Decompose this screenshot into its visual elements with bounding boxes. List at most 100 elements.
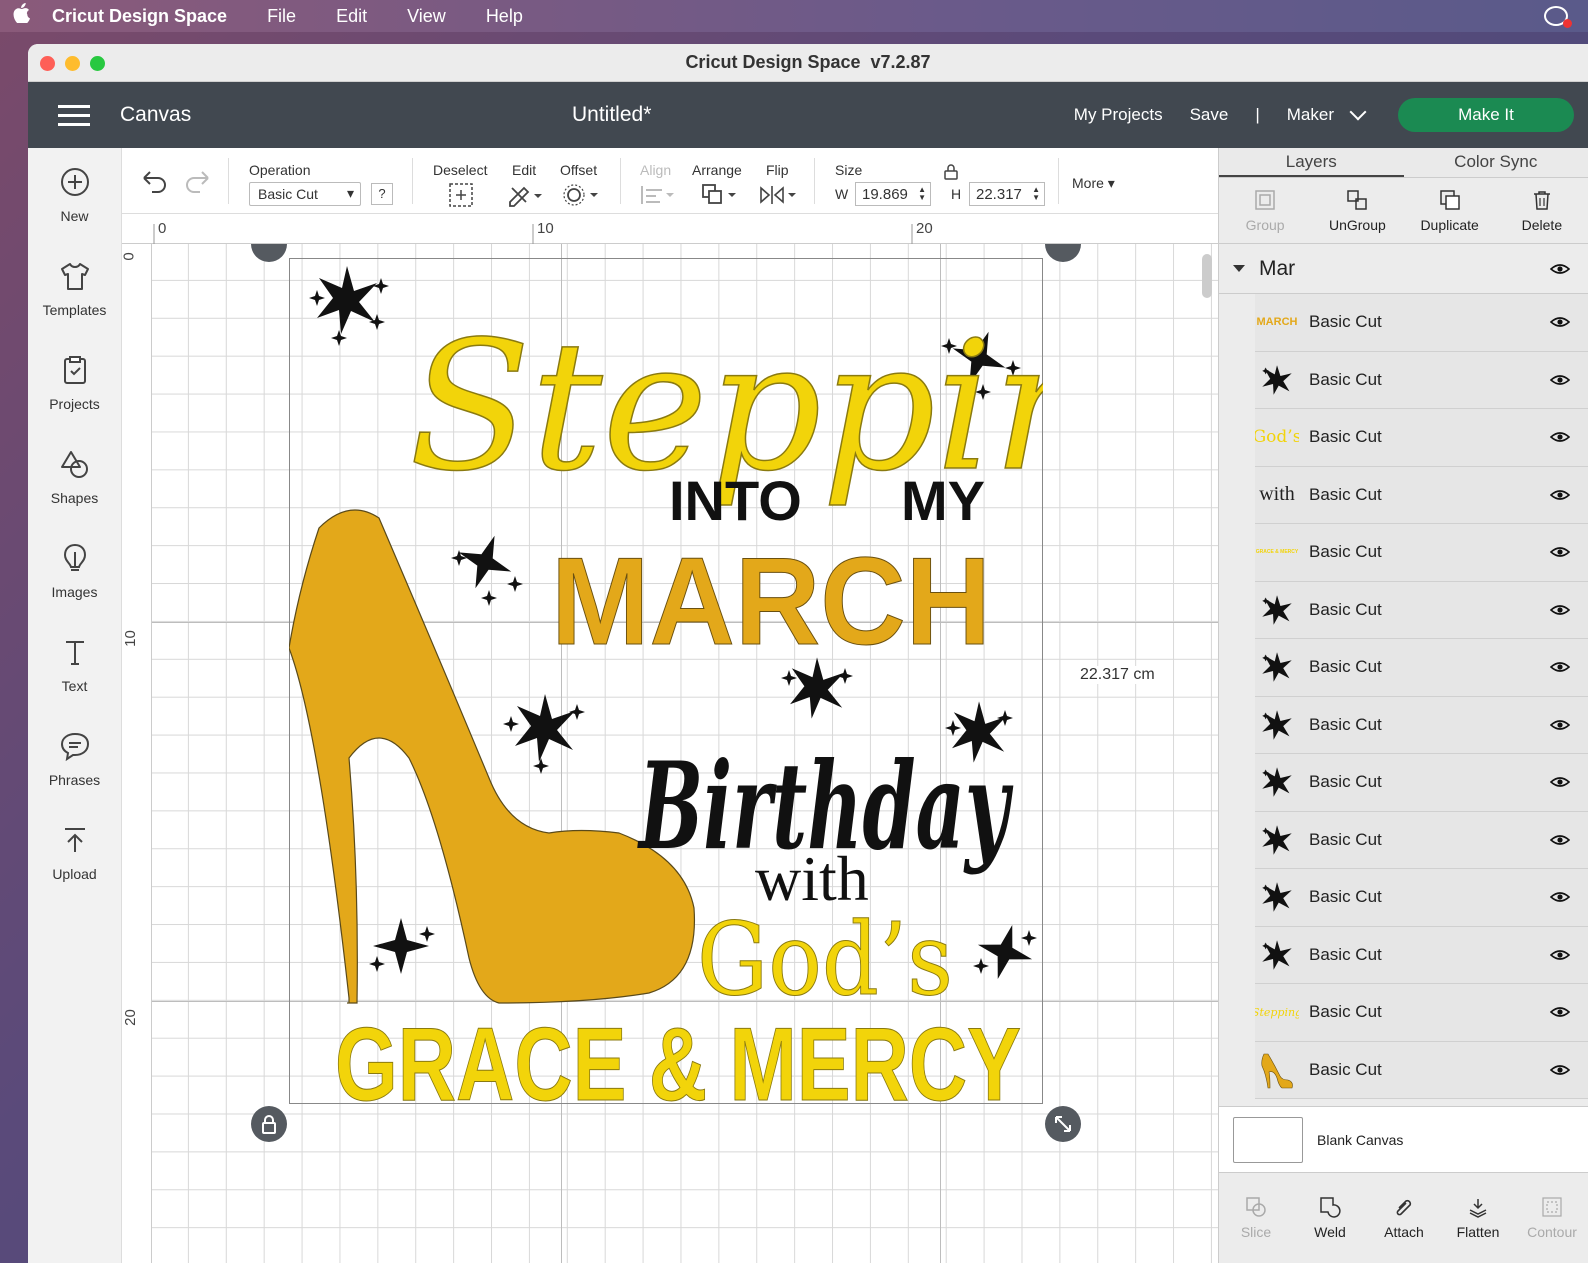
minimize-window-button[interactable] [65,56,80,71]
eye-icon[interactable] [1550,263,1570,275]
menu-view[interactable]: View [407,6,446,27]
layer-row[interactable]: Basic Cut [1255,1041,1588,1099]
layer-row[interactable]: with Basic Cut [1255,466,1588,524]
tab-color-sync[interactable]: Color Sync [1404,148,1588,177]
delete-handle[interactable] [251,244,287,262]
toolbar-projects[interactable]: Projects [28,336,121,430]
offset-icon[interactable] [562,182,600,208]
layer-row[interactable]: Basic Cut [1255,696,1588,754]
design-artwork[interactable]: Stepping INTO MY MARCH Birthday with God… [289,258,1043,1104]
blank-canvas-row[interactable]: Blank Canvas [1219,1106,1588,1172]
toolbar-new[interactable]: New [28,148,121,242]
layer-row[interactable]: Basic Cut [1255,581,1588,639]
lock-handle[interactable] [251,1106,287,1142]
lock-icon[interactable] [944,164,958,180]
canvas-color-swatch[interactable] [1233,1116,1303,1163]
width-label: W [835,186,849,202]
resize-handle[interactable] [1045,1106,1081,1142]
deselect-icon[interactable] [448,182,474,208]
layer-row[interactable]: Basic Cut [1255,754,1588,812]
layer-row[interactable]: GRACE & MERCY Basic Cut [1255,524,1588,582]
layer-row[interactable]: Stepping Basic Cut [1255,984,1588,1042]
edit-tools-icon[interactable] [506,182,544,208]
eye-icon[interactable] [1550,1006,1570,1018]
ruler-top: 0 10 20 [122,214,1218,244]
star-thumbnail-icon [1255,818,1299,862]
canvas-scrollbar[interactable] [1202,254,1212,298]
flatten-button[interactable]: Flatten [1441,1173,1515,1263]
machine-select[interactable]: Maker [1287,105,1334,125]
slice-button[interactable]: Slice [1219,1173,1293,1263]
layer-group[interactable]: Mar [1219,244,1588,294]
toolbar-label: New [60,208,89,224]
layer-operation-label: Basic Cut [1309,772,1382,792]
layer-row[interactable]: Basic Cut [1255,351,1588,409]
blank-canvas-label: Blank Canvas [1317,1131,1404,1148]
edit-toolbar: Operation Basic Cut ? Deselect Edit Offs… [122,148,1218,214]
arrange-icon[interactable] [700,182,738,208]
undo-icon[interactable] [140,168,168,194]
toolbar-templates[interactable]: Templates [28,242,121,336]
operation-select[interactable]: Basic Cut [249,182,361,206]
toolbar-text[interactable]: Text [28,618,121,712]
eye-icon[interactable] [1550,546,1570,558]
menubar-app-name[interactable]: Cricut Design Space [52,6,227,27]
ungroup-button[interactable]: UnGroup [1311,178,1403,243]
apple-logo-icon[interactable] [12,3,32,29]
eye-icon[interactable] [1550,834,1570,846]
align-icon[interactable] [638,182,676,208]
document-title[interactable]: Untitled* [572,103,651,127]
collapse-triangle-icon[interactable] [1233,265,1245,272]
layer-row[interactable]: Basic Cut [1255,639,1588,697]
tab-layers[interactable]: Layers [1219,148,1404,177]
layer-row[interactable]: MARCH Basic Cut [1255,294,1588,352]
redo-icon[interactable] [184,168,212,194]
eye-icon[interactable] [1550,891,1570,903]
toolbar-images[interactable]: Images [28,524,121,618]
menu-file[interactable]: File [267,6,296,27]
eye-icon[interactable] [1550,374,1570,386]
toolbar-upload[interactable]: Upload [28,806,121,900]
lightbulb-icon [63,543,86,571]
height-input[interactable]: 22.317 [969,182,1045,206]
toolbar-shapes[interactable]: Shapes [28,430,121,524]
weld-button[interactable]: Weld [1293,1173,1367,1263]
width-input[interactable]: 19.869 [855,182,931,206]
my-projects-link[interactable]: My Projects [1074,105,1163,125]
hamburger-menu-icon[interactable] [58,99,90,132]
operation-help-button[interactable]: ? [371,183,393,205]
eye-icon[interactable] [1550,431,1570,443]
save-link[interactable]: Save [1190,105,1229,125]
toolbar-phrases[interactable]: Phrases [28,712,121,806]
eye-icon[interactable] [1550,316,1570,328]
layer-row[interactable]: Basic Cut [1255,811,1588,869]
eye-icon[interactable] [1550,949,1570,961]
duplicate-button[interactable]: Duplicate [1404,178,1496,243]
eye-icon[interactable] [1550,776,1570,788]
section-title: Canvas [120,103,192,126]
screen-record-icon[interactable] [1544,6,1572,28]
make-it-button[interactable]: Make It [1398,98,1574,132]
group-label: Group [1245,216,1285,233]
zoom-window-button[interactable] [90,56,105,71]
eye-icon[interactable] [1550,661,1570,673]
chevron-down-icon[interactable] [1349,103,1367,121]
layer-row[interactable]: Basic Cut [1255,869,1588,927]
eye-icon[interactable] [1550,1064,1570,1076]
attach-button[interactable]: Attach [1367,1173,1441,1263]
close-window-button[interactable] [40,56,55,71]
design-canvas[interactable]: 22.317 cm Steppi INTO MY MARCH Birthday … [152,244,1218,1263]
menu-edit[interactable]: Edit [336,6,367,27]
flip-icon[interactable] [758,182,798,208]
layer-row[interactable]: Basic Cut [1255,926,1588,984]
eye-icon[interactable] [1550,604,1570,616]
delete-button[interactable]: Delete [1496,178,1588,243]
menu-help[interactable]: Help [486,6,523,27]
group-button[interactable]: Group [1219,178,1311,243]
eye-icon[interactable] [1550,489,1570,501]
layer-row[interactable]: God’s Basic Cut [1255,409,1588,467]
rotate-handle[interactable] [1045,244,1081,262]
eye-icon[interactable] [1550,719,1570,731]
contour-button[interactable]: Contour [1515,1173,1588,1263]
more-menu[interactable]: More ▾ [1072,175,1115,192]
